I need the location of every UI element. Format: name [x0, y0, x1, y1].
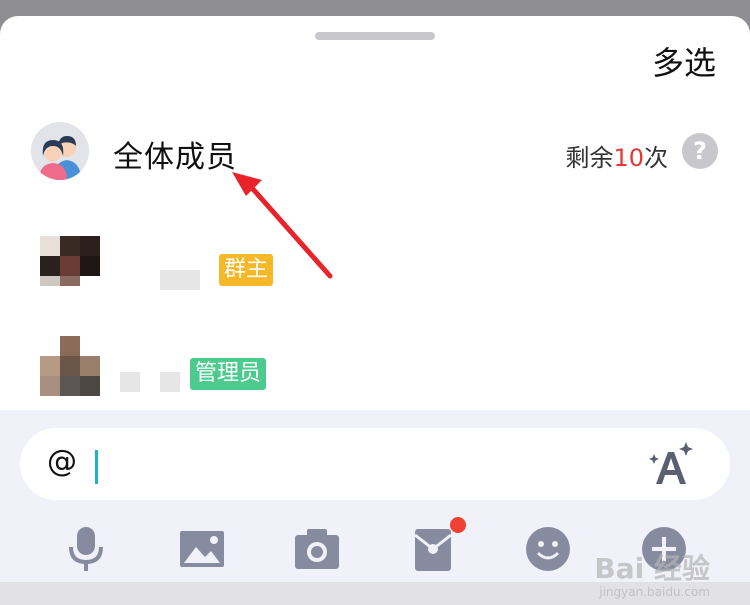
sheet-grab-handle[interactable] [315, 32, 435, 40]
member-name-redacted [160, 372, 180, 392]
member-row-admin[interactable]: 管理员 [0, 312, 750, 412]
camera-icon[interactable] [293, 525, 341, 573]
owner-badge: 群主 [219, 254, 274, 286]
member-row-owner[interactable]: 群主 [0, 208, 750, 308]
multi-select-button[interactable]: 多选 [652, 38, 716, 84]
member-name-redacted [160, 270, 200, 290]
remaining-count-text: 剩余10次 [565, 138, 668, 173]
message-input-value: @ [47, 444, 77, 479]
notification-dot [450, 517, 466, 533]
emoji-icon[interactable] [524, 525, 572, 573]
mention-all-row[interactable]: 全体成员 剩余10次 ? [0, 102, 750, 202]
mention-all-label: 全体成员 [113, 140, 237, 175]
remaining-prefix: 剩余 [565, 144, 614, 172]
remaining-count: 10 [613, 144, 644, 172]
mention-sheet: 多选 全体成员 剩余10次 ? 群主 管理员 @ [0, 16, 750, 605]
admin-badge: 管理员 [190, 358, 267, 390]
image-icon[interactable] [178, 525, 226, 573]
microphone-icon[interactable] [62, 525, 110, 573]
member-avatar [40, 336, 100, 396]
group-avatar-icon [31, 122, 89, 180]
message-input[interactable]: @ [20, 428, 730, 500]
watermark-url: jingyan.baidu.com [599, 585, 710, 599]
font-style-icon[interactable] [646, 438, 696, 488]
member-name-redacted [120, 372, 140, 392]
remaining-suffix: 次 [644, 144, 668, 172]
text-caret [95, 450, 98, 484]
help-icon[interactable]: ? [682, 133, 718, 169]
red-packet-icon[interactable] [409, 525, 457, 573]
member-avatar [40, 236, 100, 296]
watermark-logo: Bai 经验 [594, 552, 710, 585]
